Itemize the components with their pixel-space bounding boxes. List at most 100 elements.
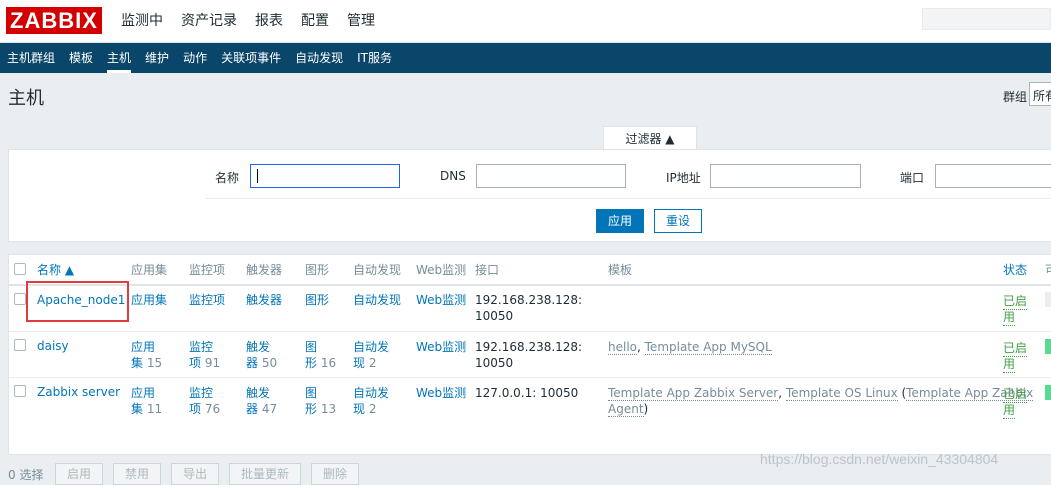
- discovery-link-line2[interactable]: 现: [353, 402, 365, 416]
- header-discovery: 自动发现: [353, 263, 402, 277]
- menu-reports[interactable]: 报表: [246, 0, 292, 42]
- web-link[interactable]: Web监测: [416, 292, 466, 308]
- items-cell-line2: 项 91: [189, 355, 220, 371]
- disable-button[interactable]: 禁用: [113, 463, 161, 485]
- web-link[interactable]: Web监测: [416, 385, 466, 401]
- filter-ip-input[interactable]: [710, 164, 861, 188]
- discovery-count: 2: [368, 356, 377, 370]
- discovery-link[interactable]: 自动发: [353, 339, 389, 355]
- applications-count: 11: [146, 402, 163, 416]
- menu-inventory[interactable]: 资产记录: [172, 0, 246, 42]
- submenu-actions[interactable]: 动作: [176, 43, 214, 73]
- discovery-link-line2[interactable]: 现: [353, 356, 365, 370]
- host-name-link[interactable]: Zabbix server: [37, 384, 120, 400]
- header-availability: 可: [1045, 262, 1051, 278]
- applications-cell-line2: 集 15: [131, 355, 162, 371]
- applications-link[interactable]: 应用: [131, 385, 155, 401]
- discovery-link[interactable]: 自动发现: [353, 292, 401, 308]
- row-checkbox[interactable]: [14, 293, 26, 305]
- interface-line1: 192.168.238.128:: [475, 340, 583, 354]
- header-graphs: 图形: [305, 263, 330, 277]
- graphs-link-line2[interactable]: 形: [305, 402, 317, 416]
- applications-link-line2[interactable]: 集: [131, 356, 143, 370]
- items-link[interactable]: 监控: [189, 339, 213, 355]
- template-link-line2[interactable]: Agent: [608, 402, 644, 417]
- status-enabled-link[interactable]: 已启: [1003, 386, 1028, 403]
- filter-port-label: 端口: [900, 171, 925, 185]
- header-triggers: 触发器: [246, 263, 283, 277]
- status-enabled-link-line2[interactable]: 用: [1003, 402, 1016, 419]
- submenu-event-correlation[interactable]: 关联项事件: [214, 43, 288, 73]
- status-enabled-link[interactable]: 已启: [1003, 340, 1028, 357]
- header-divider: [9, 284, 1051, 286]
- status-enabled-link-line2[interactable]: 用: [1003, 309, 1016, 326]
- graphs-link[interactable]: 图: [305, 339, 317, 355]
- template-link[interactable]: Template App Zabbix Server: [608, 386, 779, 401]
- triggers-link[interactable]: 触发: [246, 339, 270, 355]
- status-enabled-link-line2[interactable]: 用: [1003, 356, 1016, 373]
- templates-cell: Template App Zabbix Server, Template OS …: [608, 386, 1034, 401]
- hosts-table: 名称 ▲ 应用集 监控项 触发器 图形 自动发现 Web监测 接口 模板 状态 …: [8, 254, 1051, 455]
- web-link[interactable]: Web监测: [416, 339, 466, 355]
- items-link-line2[interactable]: 项: [189, 402, 201, 416]
- mass-update-button[interactable]: 批量更新: [229, 463, 301, 485]
- menu-monitoring[interactable]: 监测中: [112, 0, 172, 42]
- triggers-link-line2[interactable]: 器: [246, 402, 258, 416]
- filter-dns-input[interactable]: [476, 164, 626, 188]
- applications-link-line2[interactable]: 集: [131, 402, 143, 416]
- items-count: 76: [204, 402, 221, 416]
- filter-port-input[interactable]: [935, 164, 1051, 188]
- discovery-link[interactable]: 自动发: [353, 385, 389, 401]
- zabbix-logo[interactable]: ZABBIX: [6, 7, 102, 34]
- template-link[interactable]: Template App MySQL: [644, 340, 772, 355]
- header-templates: 模板: [608, 263, 633, 277]
- menu-administration[interactable]: 管理: [338, 0, 384, 42]
- filter-tab[interactable]: 过滤器 ▲: [603, 126, 697, 150]
- items-link[interactable]: 监控: [189, 385, 213, 401]
- submenu-it-services[interactable]: IT服务: [350, 43, 399, 73]
- apply-button[interactable]: 应用: [596, 209, 644, 233]
- graphs-link[interactable]: 图: [305, 385, 317, 401]
- menu-configuration[interactable]: 配置: [292, 0, 338, 42]
- submenu-templates[interactable]: 模板: [62, 43, 100, 73]
- triggers-link[interactable]: 触发: [246, 385, 270, 401]
- row-checkbox[interactable]: [14, 339, 26, 351]
- sub-menu-bar: 主机群组 模板 主机 维护 动作 关联项事件 自动发现 IT服务: [0, 43, 1051, 73]
- enable-button[interactable]: 启用: [55, 463, 103, 485]
- triggers-link-line2[interactable]: 器: [246, 356, 258, 370]
- delete-button[interactable]: 删除: [311, 463, 359, 485]
- header-web: Web监测: [416, 263, 467, 277]
- select-all-checkbox[interactable]: [14, 263, 26, 275]
- header-name[interactable]: 名称 ▲: [37, 262, 74, 278]
- status-enabled-link[interactable]: 已启: [1003, 293, 1028, 310]
- applications-link[interactable]: 应用集: [131, 292, 167, 308]
- template-link[interactable]: Template OS Linux: [785, 386, 898, 401]
- reset-button[interactable]: 重设: [654, 209, 702, 233]
- template-link[interactable]: hello: [608, 340, 637, 355]
- submenu-discovery[interactable]: 自动发现: [288, 43, 350, 73]
- discovery-count: 2: [368, 402, 377, 416]
- submenu-host-groups[interactable]: 主机群组: [0, 43, 62, 73]
- graphs-link[interactable]: 图形: [305, 292, 329, 308]
- graphs-link-line2[interactable]: 形: [305, 356, 317, 370]
- triggers-count: 47: [261, 402, 278, 416]
- triggers-count: 50: [261, 356, 278, 370]
- host-name-link[interactable]: daisy: [37, 338, 69, 354]
- group-select[interactable]: 所有: [1029, 82, 1051, 106]
- items-count: 91: [204, 356, 221, 370]
- items-cell-line2: 项 76: [189, 401, 220, 417]
- text-caret: [257, 169, 258, 183]
- discovery-cell-line2: 现 2: [353, 355, 376, 371]
- applications-link[interactable]: 应用: [131, 339, 155, 355]
- global-search-input[interactable]: [922, 8, 1051, 30]
- submenu-maintenance[interactable]: 维护: [138, 43, 176, 73]
- submenu-hosts[interactable]: 主机: [100, 43, 138, 73]
- items-link[interactable]: 监控项: [189, 292, 225, 308]
- triggers-link[interactable]: 触发器: [246, 292, 282, 308]
- row-checkbox[interactable]: [14, 385, 26, 397]
- header-status[interactable]: 状态: [1003, 262, 1027, 278]
- filter-name-input[interactable]: [250, 164, 400, 188]
- items-link-line2[interactable]: 项: [189, 356, 201, 370]
- export-button[interactable]: 导出: [171, 463, 219, 485]
- graphs-cell-line2: 形 16: [305, 355, 336, 371]
